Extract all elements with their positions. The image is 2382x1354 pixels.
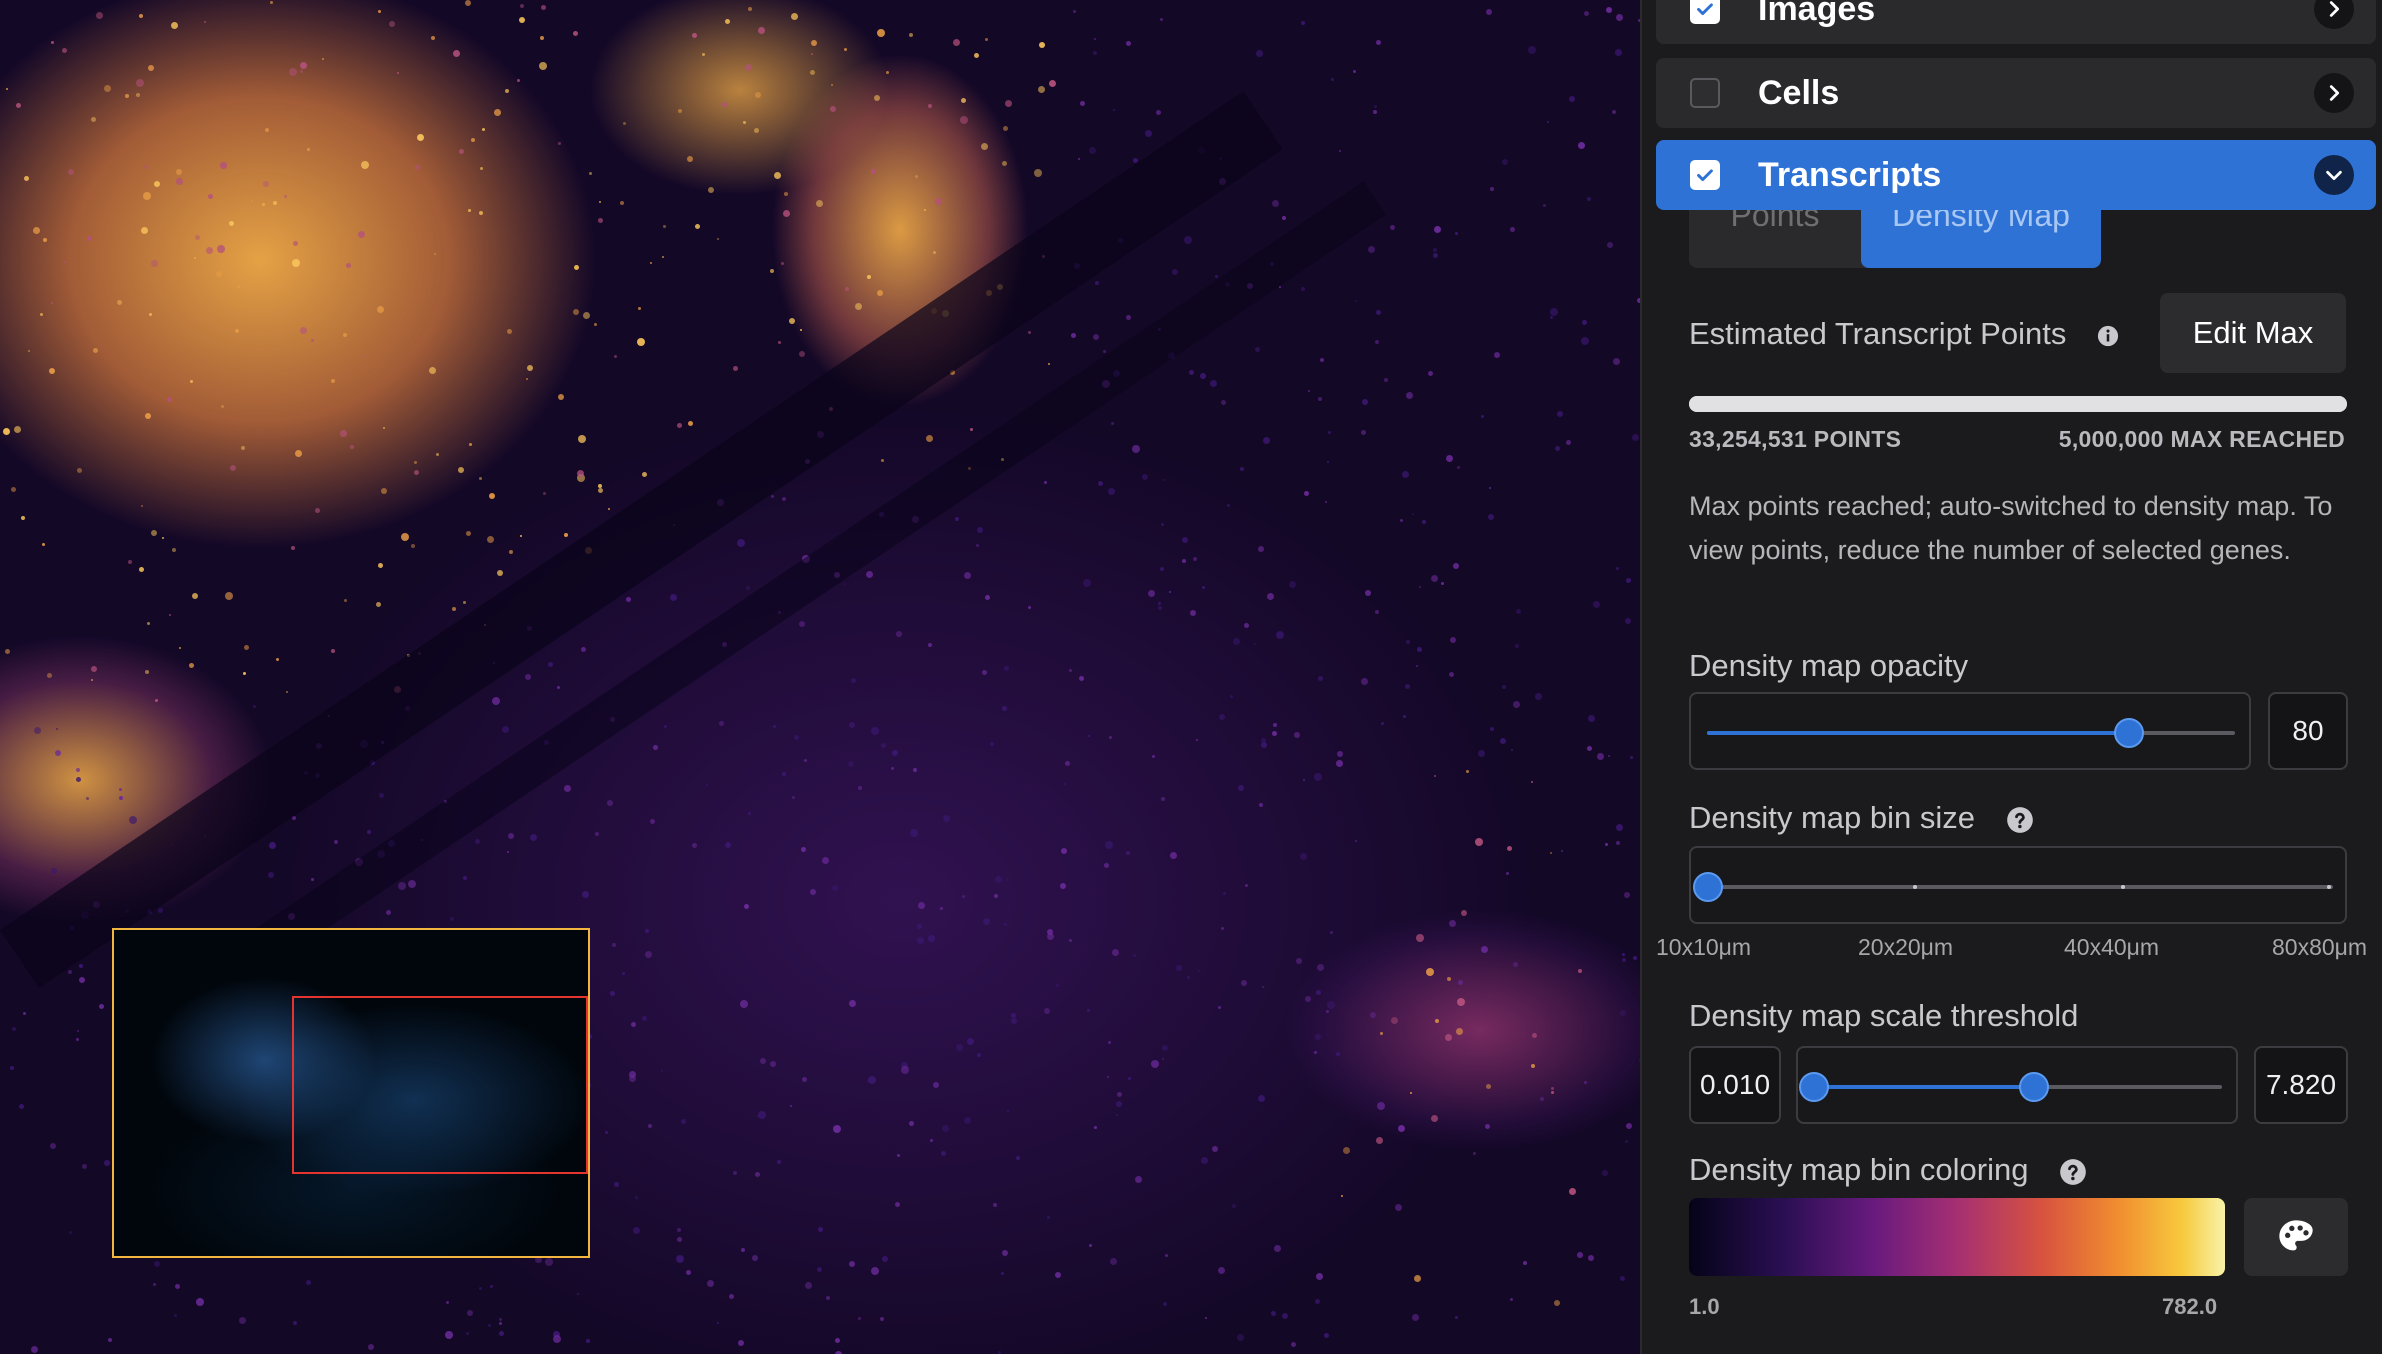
minimap-viewport[interactable] — [292, 996, 588, 1174]
bin-size-tick — [1913, 885, 1917, 889]
layer-label-transcripts: Transcripts — [1758, 155, 1942, 194]
edit-max-button[interactable]: Edit Max — [2160, 293, 2346, 373]
transcripts-checkbox[interactable] — [1690, 160, 1720, 190]
opacity-label: Density map opacity — [1689, 648, 1969, 683]
colormap-max-label: 782.0 — [2162, 1294, 2218, 1319]
chevron-right-icon — [2329, 1, 2340, 17]
opacity-value-input[interactable]: 80 — [2268, 692, 2348, 770]
bin-size-option: 40x40μm — [2064, 934, 2160, 960]
collapse-transcripts-button[interactable] — [2314, 155, 2354, 195]
bin-size-tick — [2327, 885, 2331, 889]
expand-images-button[interactable] — [2314, 0, 2354, 29]
check-icon — [1697, 3, 1713, 16]
images-checkbox[interactable] — [1690, 0, 1720, 24]
bin-size-option: 10x10μm — [1656, 934, 1752, 960]
layer-label-cells: Cells — [1758, 73, 1840, 112]
max-reached-label: 5,000,000 MAX REACHED — [2058, 426, 2345, 452]
opacity-slider[interactable] — [1689, 692, 2251, 770]
help-icon[interactable] — [2059, 1158, 2087, 1186]
colormap-preview[interactable] — [1689, 1198, 2225, 1276]
threshold-low-handle[interactable] — [1799, 1072, 1829, 1102]
points-progress-bar — [1689, 396, 2347, 412]
palette-icon — [2279, 1220, 2313, 1251]
colormap-min-label: 1.0 — [1689, 1294, 1720, 1319]
threshold-max-input[interactable]: 7.820 — [2254, 1046, 2348, 1124]
expand-cells-button[interactable] — [2314, 73, 2354, 113]
bin-size-slider[interactable] — [1689, 846, 2347, 924]
view-mode-tabs: Points Density Map — [1689, 210, 2101, 268]
bin-size-track — [1707, 885, 2333, 889]
estimated-points-label: Estimated Transcript Points — [1689, 316, 2067, 351]
coloring-label: Density map bin coloring — [1689, 1152, 2029, 1187]
chevron-down-icon — [2326, 170, 2342, 181]
cells-checkbox[interactable] — [1690, 78, 1720, 108]
points-count: 33,254,531 POINTS — [1689, 426, 1902, 452]
check-icon — [1697, 169, 1713, 182]
opacity-track-fill — [1707, 731, 2130, 735]
bin-size-heading: Density map bin size — [1689, 800, 2034, 836]
bin-size-handle[interactable] — [1693, 872, 1723, 902]
estimated-points-heading: Estimated Transcript Points — [1689, 316, 2119, 352]
bin-size-option: 80x80μm — [2272, 934, 2368, 960]
tab-points[interactable]: Points — [1689, 210, 1861, 268]
points-progress-fill — [1689, 396, 2347, 412]
bin-size-option: 20x20μm — [1858, 934, 1954, 960]
max-points-notice: Max points reached; auto-switched to den… — [1689, 491, 2333, 565]
help-icon[interactable] — [2006, 806, 2034, 834]
bin-size-label: Density map bin size — [1689, 800, 1976, 835]
layers-panel: Images Cells Points Density Map Transcri… — [1640, 0, 2382, 1354]
info-icon[interactable] — [2097, 325, 2119, 347]
threshold-high-handle[interactable] — [2019, 1072, 2050, 1102]
minimap[interactable] — [112, 928, 590, 1258]
threshold-label: Density map scale threshold — [1689, 998, 2079, 1033]
coloring-heading: Density map bin coloring — [1689, 1152, 2087, 1188]
tissue-viewer[interactable] — [0, 0, 1640, 1354]
bin-size-tick — [2121, 885, 2125, 889]
chevron-right-icon — [2329, 85, 2340, 101]
threshold-range-slider[interactable] — [1796, 1046, 2238, 1124]
layer-row-images[interactable]: Images — [1656, 0, 2376, 44]
opacity-handle[interactable] — [2114, 718, 2145, 748]
layer-row-cells[interactable]: Cells — [1656, 58, 2376, 128]
tab-density-map[interactable]: Density Map — [1861, 210, 2101, 268]
threshold-min-input[interactable]: 0.010 — [1689, 1046, 1781, 1124]
palette-button[interactable] — [2244, 1198, 2348, 1276]
layer-row-transcripts[interactable]: Transcripts — [1656, 140, 2376, 210]
layer-label-images: Images — [1758, 0, 1876, 28]
threshold-track-fill — [1814, 1085, 2035, 1089]
